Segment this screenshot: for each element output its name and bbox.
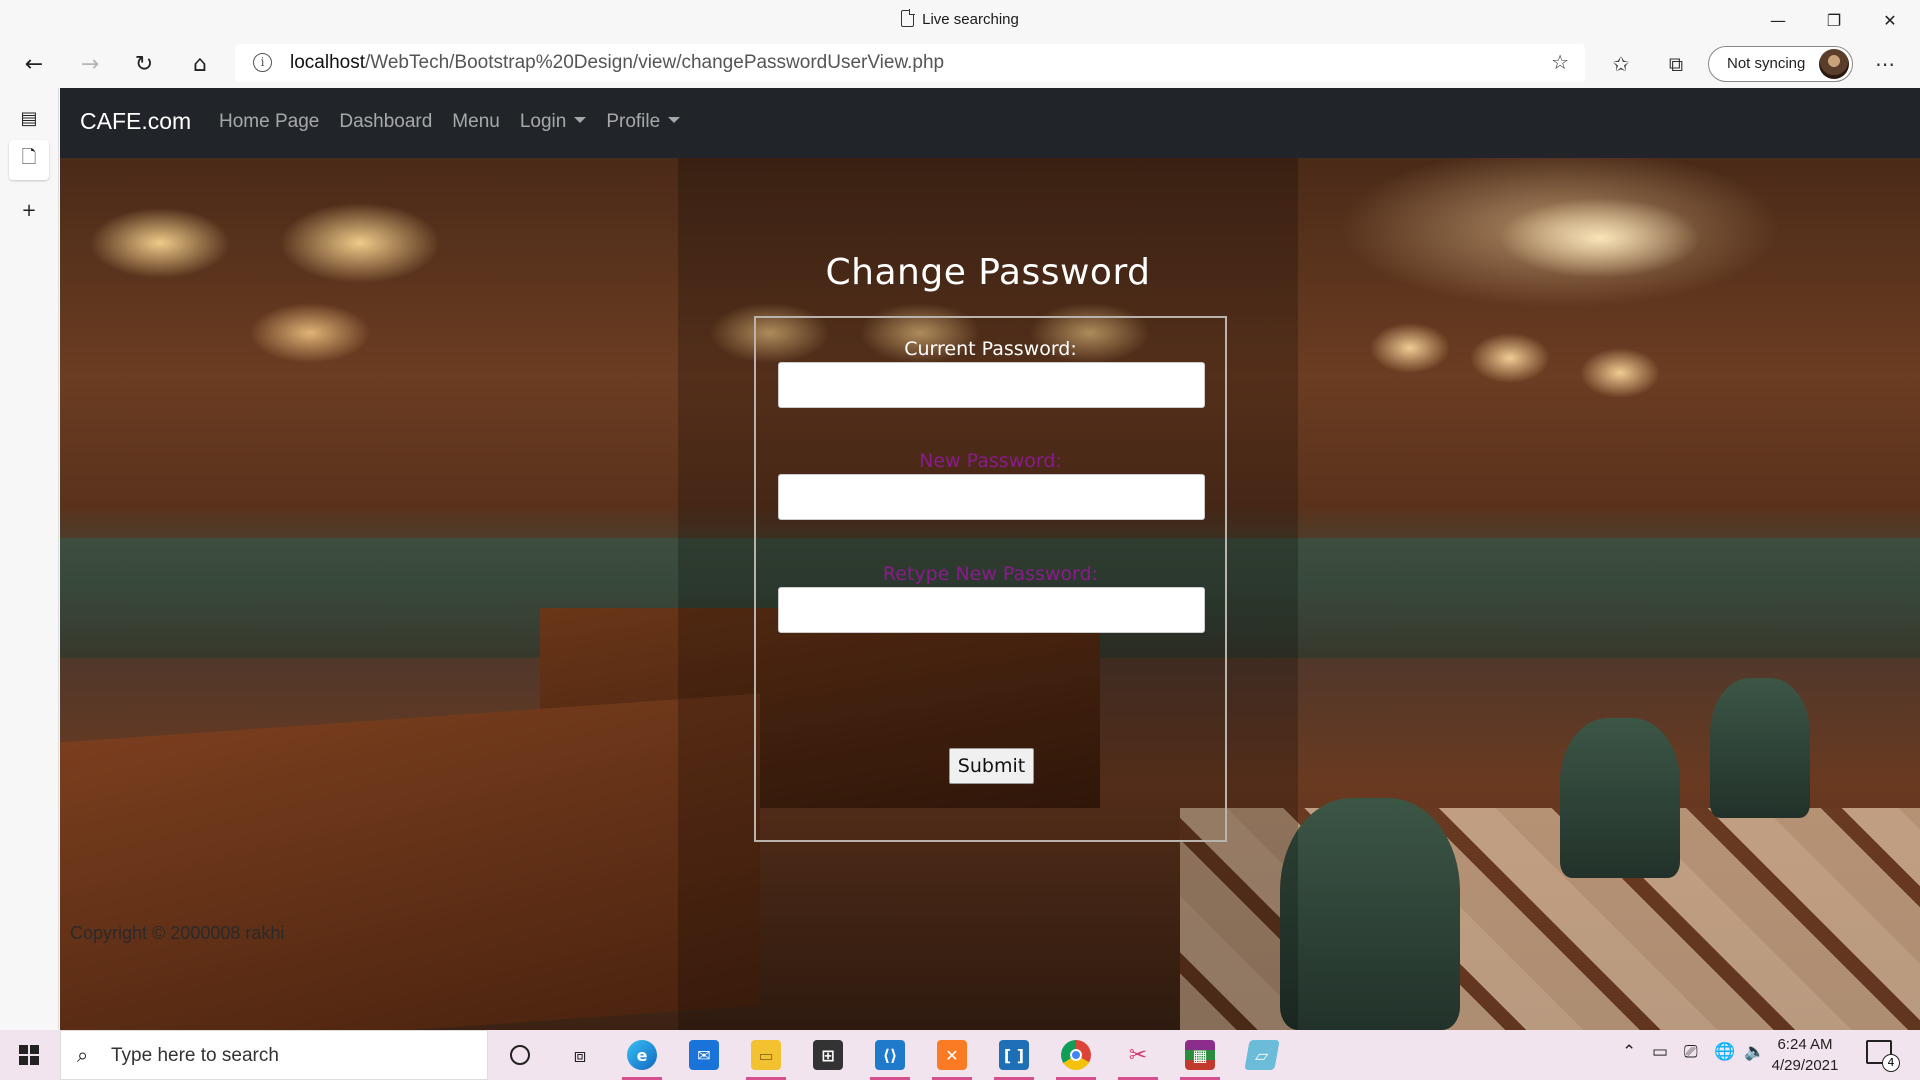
taskbar-search[interactable]: ⌕ Type here to search — [60, 1030, 488, 1080]
avatar — [1819, 49, 1849, 79]
winrar-icon[interactable]: ▦ — [1174, 1035, 1226, 1080]
show-hidden-icons-icon[interactable]: ⌃ — [1622, 1042, 1636, 1062]
xampp-icon[interactable]: ✕ — [926, 1035, 978, 1080]
taskbar: ⌕ Type here to search ⧈ e ✉ ▭ ⊞ ⟨⟩ ✕ [ ]… — [0, 1030, 1920, 1080]
clock-time: 6:24 AM — [1777, 1036, 1833, 1053]
system-clock[interactable]: 6:24 AM 4/29/2021 — [1760, 1034, 1850, 1076]
window-title-text: Live searching — [922, 11, 1019, 28]
snipping-tool-icon[interactable]: ✂ — [1112, 1035, 1164, 1080]
profile-sync-button[interactable]: Not syncing — [1708, 46, 1853, 82]
nav-login-dropdown[interactable]: Login — [520, 111, 587, 133]
url-text[interactable]: localhost/WebTech/Bootstrap%20Design/vie… — [290, 52, 944, 74]
store-icon[interactable]: ⊞ — [802, 1035, 854, 1075]
ide-icon[interactable]: [ ] — [988, 1035, 1040, 1080]
address-bar[interactable]: i localhost/WebTech/Bootstrap%20Design/v… — [235, 44, 1585, 82]
clock-date: 4/29/2021 — [1771, 1057, 1839, 1074]
url-path: /WebTech/Bootstrap%20Design/view/changeP… — [365, 52, 945, 73]
submit-button[interactable]: Submit — [949, 748, 1034, 784]
nav-profile-label: Profile — [606, 111, 661, 132]
battery-icon[interactable]: ▭ — [1652, 1042, 1668, 1062]
refresh-icon[interactable]: ↻ — [124, 44, 164, 84]
tab-page-icon[interactable]: 🗋 — [9, 140, 49, 180]
nav-profile-dropdown[interactable]: Profile — [606, 111, 681, 133]
site-nav-links: Home Page Dashboard Menu Login Profile — [219, 111, 700, 133]
current-password-input[interactable] — [778, 362, 1205, 408]
page-title: Change Password — [825, 252, 1151, 293]
window-title: Live searching — [0, 9, 1920, 28]
add-favorite-icon[interactable]: ☆ — [1551, 50, 1569, 74]
mail-icon[interactable]: ✉ — [678, 1035, 730, 1075]
more-icon[interactable]: ⋯ — [1864, 44, 1906, 84]
nav-dashboard[interactable]: Dashboard — [339, 111, 432, 133]
nav-home-page-label: Home Page — [219, 111, 320, 132]
caret-down-icon — [668, 117, 681, 123]
nav-dashboard-label: Dashboard — [339, 111, 433, 132]
home-icon[interactable]: ⌂ — [180, 44, 220, 84]
site-brand[interactable]: CAFE.com — [80, 108, 191, 135]
browser-toolbar: ← → ↻ ⌂ i localhost/WebTech/Bootstrap%20… — [0, 40, 1920, 88]
search-icon: ⌕ — [77, 1043, 89, 1067]
chrome-icon[interactable] — [1050, 1035, 1102, 1080]
task-view-icon[interactable]: ⧈ — [554, 1035, 606, 1075]
url-host: localhost — [290, 52, 365, 73]
retype-password-label: Retype New Password: — [882, 563, 1099, 585]
new-password-input[interactable] — [778, 474, 1205, 520]
change-password-form: Current Password: New Password: Retype N… — [754, 316, 1227, 842]
network-icon[interactable]: 🌐 — [1714, 1042, 1735, 1062]
copyright-text: Copyright © 2000008 rakhi — [70, 923, 285, 943]
start-button[interactable] — [0, 1030, 58, 1080]
nav-home-page[interactable]: Home Page — [219, 111, 319, 133]
notification-center-icon[interactable]: 4 — [1866, 1040, 1900, 1072]
forward-icon[interactable]: → — [70, 44, 110, 84]
collections-icon[interactable]: ⧉ — [1655, 44, 1697, 84]
site-navbar: CAFE.com Home Page Dashboard Menu Login … — [60, 88, 1920, 158]
caret-down-icon — [574, 117, 587, 123]
document-icon — [901, 9, 916, 27]
meet-now-icon[interactable]: ⎚ — [1684, 1042, 1698, 1062]
nav-menu-label: Menu — [452, 111, 500, 132]
notification-count: 4 — [1882, 1054, 1900, 1072]
nav-menu[interactable]: Menu — [452, 111, 500, 133]
file-explorer-icon[interactable]: ▭ — [740, 1035, 792, 1080]
vscode-icon[interactable]: ⟨⟩ — [864, 1035, 916, 1080]
windows-logo-icon — [19, 1045, 39, 1065]
window-title-bar: Live searching — ❐ ✕ — [0, 0, 1920, 40]
close-button[interactable]: ✕ — [1862, 0, 1918, 40]
nav-login-label: Login — [519, 111, 567, 132]
minimize-button[interactable]: — — [1750, 0, 1806, 40]
notepad-icon[interactable]: ▱ — [1236, 1035, 1288, 1075]
retype-password-input[interactable] — [778, 587, 1205, 633]
favorites-icon[interactable]: ✩ — [1600, 44, 1642, 84]
new-tab-icon[interactable]: + — [9, 190, 49, 230]
cortana-icon[interactable] — [494, 1035, 546, 1075]
vertical-tabs-panel: ▤ 🗋 + — [0, 88, 59, 1030]
back-icon[interactable]: ← — [14, 44, 54, 84]
current-password-label: Current Password: — [904, 338, 1077, 360]
restore-button[interactable]: ❐ — [1806, 0, 1862, 40]
tab-actions-icon[interactable]: ▤ — [9, 98, 49, 138]
sync-label: Not syncing — [1727, 55, 1806, 72]
edge-icon[interactable]: e — [616, 1035, 668, 1080]
site-info-icon[interactable]: i — [253, 53, 272, 72]
new-password-label: New Password: — [919, 450, 1062, 472]
web-page: CAFE.com Home Page Dashboard Menu Login … — [60, 88, 1920, 1030]
search-placeholder: Type here to search — [111, 1045, 279, 1066]
